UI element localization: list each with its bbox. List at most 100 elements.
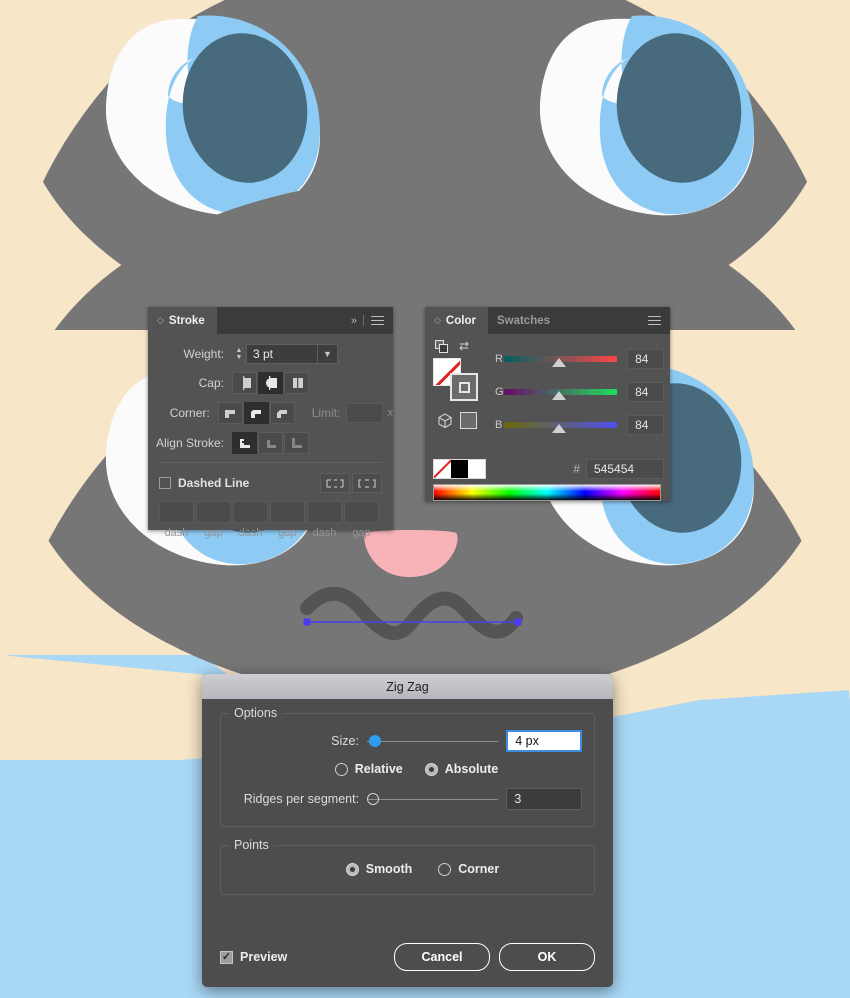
relative-label: Relative [354,762,403,776]
zigzag-dialog-title: Zig Zag [386,679,429,694]
stroke-weight-dropdown-icon[interactable]: ▼ [318,344,338,364]
corner-radio[interactable]: Corner [438,862,499,876]
channel-label-g: G [495,385,504,398]
dash-cell: dash [233,501,268,539]
slider-row-g: G 84 [495,375,664,408]
gradient-cube-icon[interactable] [436,412,454,433]
points-row: Smooth Corner [233,862,582,876]
tab-swatches[interactable]: Swatches [488,307,562,334]
slider-knob-b[interactable] [552,423,567,433]
slider-g[interactable] [504,381,618,403]
relative-radio[interactable]: Relative [334,762,403,776]
channel-value-r[interactable]: 84 [627,348,664,369]
align-stroke-center-button[interactable] [232,432,257,454]
dash-cell: gap [270,501,305,539]
miter-limit-label: Limit: [311,406,341,420]
slider-knob-r[interactable] [552,357,567,367]
round-cap-button[interactable] [258,372,283,394]
radio-dot-corner [438,862,452,876]
dash-caption-2: dash [238,527,263,539]
panel-menu-icon[interactable] [648,313,661,328]
size-slider-handle[interactable] [368,735,381,747]
dash-input-2[interactable] [233,501,268,523]
ridges-input[interactable]: 3 [506,788,582,810]
dashed-line-label: Dashed Line [178,476,250,490]
ok-button[interactable]: OK [499,943,595,971]
color-panel[interactable]: ◇ Color Swatches ⇄ R 84 G 84 B 84 # 5454… [425,307,670,501]
ridges-slider-handle[interactable] [367,793,380,805]
none-swatch-button[interactable] [460,412,477,429]
absolute-radio[interactable]: Absolute [424,762,499,776]
gap-caption-2: gap [278,527,297,539]
cancel-button[interactable]: Cancel [394,943,490,971]
align-stroke-row: Align Stroke: [148,432,393,454]
butt-cap-icon [242,376,251,390]
stroke-weight-input[interactable]: 3 pt [246,344,318,364]
slider-row-b: B 84 [495,408,664,441]
align-stroke-outside-button[interactable] [284,432,309,454]
ridges-slider[interactable] [367,792,499,806]
options-legend: Options [229,706,283,720]
panel-collapse-diamond-icon: ◇ [434,315,441,325]
hex-input[interactable]: 545454 [586,459,664,479]
stroke-panel-body: Weight: ▲ ▼ 3 pt ▼ Cap: Corner: Limit: x… [148,334,393,539]
gap-input-3[interactable] [344,501,379,523]
quick-swatch-black[interactable] [451,460,468,478]
channel-value-b[interactable]: 84 [627,414,664,435]
preview-checkbox[interactable]: ✓ [220,950,233,964]
dash-input-1[interactable] [159,501,194,523]
align-stroke-inside-button[interactable] [258,432,283,454]
fill-stroke-controls: ⇄ [433,340,491,450]
preserve-exact-dash-button[interactable] [320,473,350,493]
bevel-join-icon [277,410,288,418]
projecting-cap-button[interactable] [284,372,309,394]
channel-value-g[interactable]: 84 [627,381,664,402]
chevron-double-right-icon[interactable]: » [351,315,357,327]
smooth-radio[interactable]: Smooth [345,862,413,876]
size-slider[interactable] [366,734,499,748]
fill-stroke-mini-icon[interactable] [435,340,449,354]
zigzag-dialog[interactable]: Zig Zag Options Size: 4 px Relative Abso… [202,674,613,987]
panel-menu-icon[interactable] [371,313,384,328]
points-group: Points Smooth Corner [220,838,595,895]
stroke-swatch[interactable] [450,373,478,401]
quick-swatch-none[interactable] [434,460,451,478]
radio-dot-relative [334,762,348,776]
size-row: Size: 4 px [233,730,582,752]
stroke-panel[interactable]: ◇ Stroke » Weight: ▲ ▼ 3 pt ▼ Cap: Corne… [148,307,393,539]
size-input[interactable]: 4 px [506,730,582,752]
align-center-icon [239,439,250,448]
smooth-label: Smooth [365,862,413,876]
gap-caption-3: gap [352,527,371,539]
tab-color[interactable]: ◇ Color [425,307,488,334]
color-spectrum-bar[interactable] [433,484,661,501]
slider-knob-g[interactable] [552,390,567,400]
slider-b[interactable] [504,414,618,436]
quick-swatches[interactable] [433,459,486,479]
size-label: Size: [331,734,359,748]
swap-fill-stroke-icon[interactable]: ⇄ [459,340,469,352]
miter-join-button[interactable] [217,402,243,424]
gap-input-1[interactable] [196,501,231,523]
dashed-line-checkbox[interactable] [159,477,171,489]
miter-limit-input[interactable] [346,403,383,423]
gap-input-2[interactable] [270,501,305,523]
butt-cap-button[interactable] [232,372,257,394]
points-legend: Points [229,838,274,852]
hex-prefix: # [573,462,580,476]
dash-input-3[interactable] [307,501,342,523]
preview-checkbox-row[interactable]: ✓ Preview [220,950,287,964]
round-join-button[interactable] [243,402,269,424]
absolute-label: Absolute [444,762,499,776]
tab-color-label: Color [445,314,476,327]
tab-stroke-label: Stroke [168,314,205,327]
stroke-weight-stepper[interactable]: ▲ ▼ [232,344,246,364]
slider-r[interactable] [504,348,618,370]
radio-dot-smooth [345,862,359,876]
bevel-join-button[interactable] [269,402,295,424]
tab-stroke[interactable]: ◇ Stroke [148,307,217,334]
align-dashes-corners-button[interactable] [352,473,382,493]
quick-swatch-white[interactable] [468,460,485,478]
align-stroke-label: Align Stroke: [155,436,224,450]
dash-caption-1: dash [164,527,189,539]
